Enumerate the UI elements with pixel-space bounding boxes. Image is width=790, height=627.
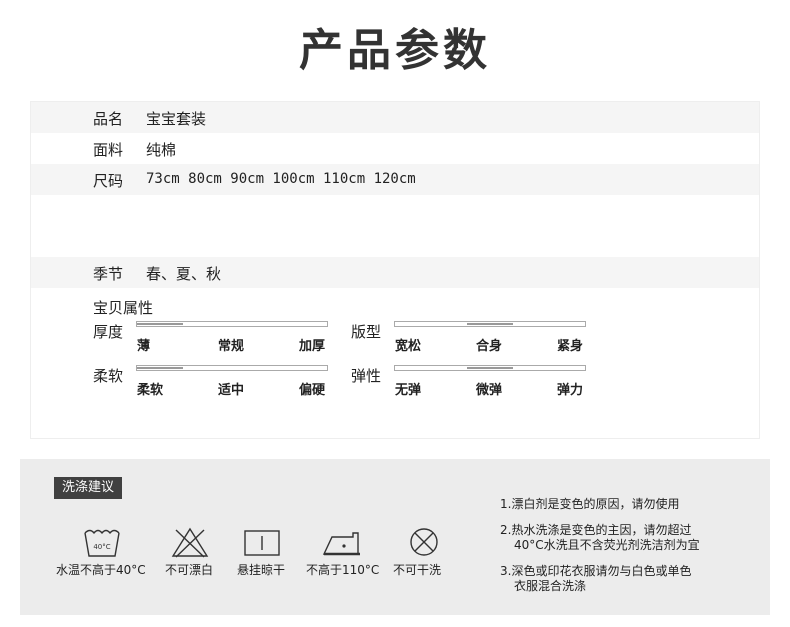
scale-option: 合身 bbox=[476, 339, 503, 354]
page-title: 产品参数 bbox=[299, 25, 491, 76]
scale-label: 厚度 bbox=[93, 323, 124, 341]
wash-40-icon: 40°C bbox=[82, 525, 122, 559]
param-value: 73cm 80cm 90cm 100cm 110cm 120cm bbox=[146, 171, 416, 187]
scale-softness: 柔软 柔软 适中 偏硬 bbox=[93, 365, 333, 405]
no-dryclean-icon bbox=[404, 525, 444, 559]
scale-label: 版型 bbox=[351, 323, 382, 341]
iron-110-icon bbox=[320, 525, 360, 559]
scale-bar bbox=[394, 321, 586, 327]
scale-option: 偏硬 bbox=[299, 383, 326, 398]
scale-option: 常规 bbox=[218, 339, 245, 354]
wash-temp-text: 40°C bbox=[93, 543, 110, 551]
scale-option: 无弹 bbox=[395, 383, 422, 398]
scale-option: 微弹 bbox=[476, 383, 503, 398]
care-icon-label: 悬挂晾干 bbox=[237, 563, 286, 577]
param-row-name: 品名 宝宝套装 bbox=[31, 102, 759, 133]
care-note: 2.热水洗涤是变色的主因，请勿超过 40°C水洗且不含荧光剂洗洁剂为宜 bbox=[500, 523, 700, 552]
scale-fit: 版型 宽松 合身 紧身 bbox=[351, 321, 591, 361]
scale-elasticity: 弹性 无弹 微弹 弹力 bbox=[351, 365, 591, 405]
param-label: 面料 bbox=[93, 141, 124, 159]
care-note: 1.漂白剂是变色的原因，请勿使用 bbox=[500, 497, 680, 511]
care-icon-label: 不可干洗 bbox=[393, 563, 442, 577]
line-dry-icon bbox=[242, 525, 282, 559]
care-section: 洗涤建议 40°C 水温不高于40°C 不可漂白 悬挂晾干 不高于110°C 不… bbox=[20, 459, 770, 615]
scale-label: 柔软 bbox=[93, 367, 124, 385]
scale-option: 紧身 bbox=[557, 339, 584, 354]
param-label: 尺码 bbox=[93, 172, 124, 190]
params-panel: 品名 宝宝套装 面料 纯棉 尺码 73cm 80cm 90cm 100cm 11… bbox=[30, 101, 760, 439]
attributes-title: 宝贝属性 bbox=[93, 299, 154, 317]
scale-bar bbox=[394, 365, 586, 371]
scale-option: 柔软 bbox=[137, 383, 164, 398]
scale-option: 弹力 bbox=[557, 383, 584, 398]
scale-option: 宽松 bbox=[395, 339, 422, 354]
param-value: 宝宝套装 bbox=[146, 110, 207, 128]
scale-option: 适中 bbox=[218, 383, 245, 398]
param-value: 纯棉 bbox=[146, 141, 177, 159]
scale-option: 薄 bbox=[137, 339, 151, 354]
scale-label: 弹性 bbox=[351, 367, 382, 385]
care-tag: 洗涤建议 bbox=[54, 477, 123, 499]
param-label: 品名 bbox=[93, 110, 124, 128]
care-note: 3.深色或印花衣服请勿与白色或单色 衣服混合洗涤 bbox=[500, 564, 692, 593]
scale-fill bbox=[137, 323, 183, 325]
care-notes: 1.漂白剂是变色的原因，请勿使用 2.热水洗涤是变色的主因，请勿超过 40°C水… bbox=[500, 497, 762, 605]
scale-bar bbox=[136, 321, 328, 327]
param-value: 春、夏、秋 bbox=[146, 265, 222, 283]
care-icon-label: 不可漂白 bbox=[165, 563, 214, 577]
param-row-size: 尺码 73cm 80cm 90cm 100cm 110cm 120cm bbox=[31, 164, 759, 195]
param-row-fabric: 面料 纯棉 bbox=[31, 133, 759, 164]
param-row-season: 季节 春、夏、秋 bbox=[31, 257, 759, 288]
care-icon-label: 水温不高于40°C bbox=[56, 563, 146, 577]
scale-thickness: 厚度 薄 常规 加厚 bbox=[93, 321, 333, 361]
scale-fill bbox=[467, 323, 513, 325]
param-label: 季节 bbox=[93, 265, 124, 283]
scale-fill bbox=[467, 367, 513, 369]
scale-fill bbox=[137, 367, 183, 369]
care-icon-label: 不高于110°C bbox=[306, 563, 380, 577]
no-bleach-icon bbox=[170, 525, 210, 559]
scale-bar bbox=[136, 365, 328, 371]
scale-option: 加厚 bbox=[299, 339, 326, 354]
